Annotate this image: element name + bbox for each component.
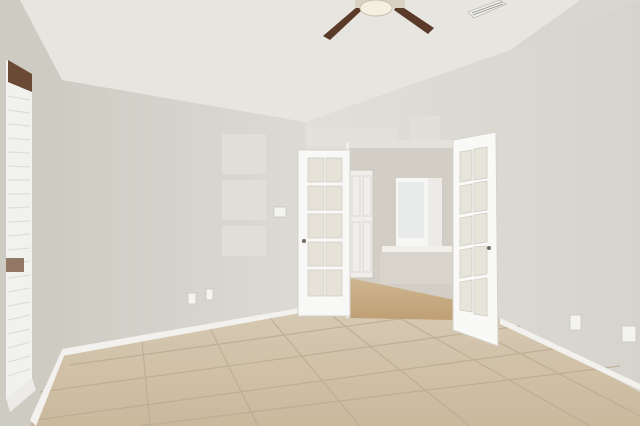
right-french-door[interactable] <box>452 131 499 347</box>
left-window-blinds[interactable] <box>6 60 36 412</box>
outlet-icon <box>569 314 582 331</box>
left-french-door[interactable] <box>297 149 351 317</box>
room-photo <box>0 0 640 426</box>
light-switch-icon[interactable] <box>273 206 287 218</box>
back-wall <box>62 80 305 352</box>
door-knob-icon[interactable] <box>302 239 306 243</box>
hall-ceiling <box>348 140 455 148</box>
outlet-icon <box>187 292 197 305</box>
door-knob-icon[interactable] <box>487 246 491 250</box>
room-illustration <box>0 0 640 426</box>
outlet-icon <box>621 325 637 343</box>
outlet-icon <box>205 288 214 301</box>
interior-door <box>349 169 374 279</box>
